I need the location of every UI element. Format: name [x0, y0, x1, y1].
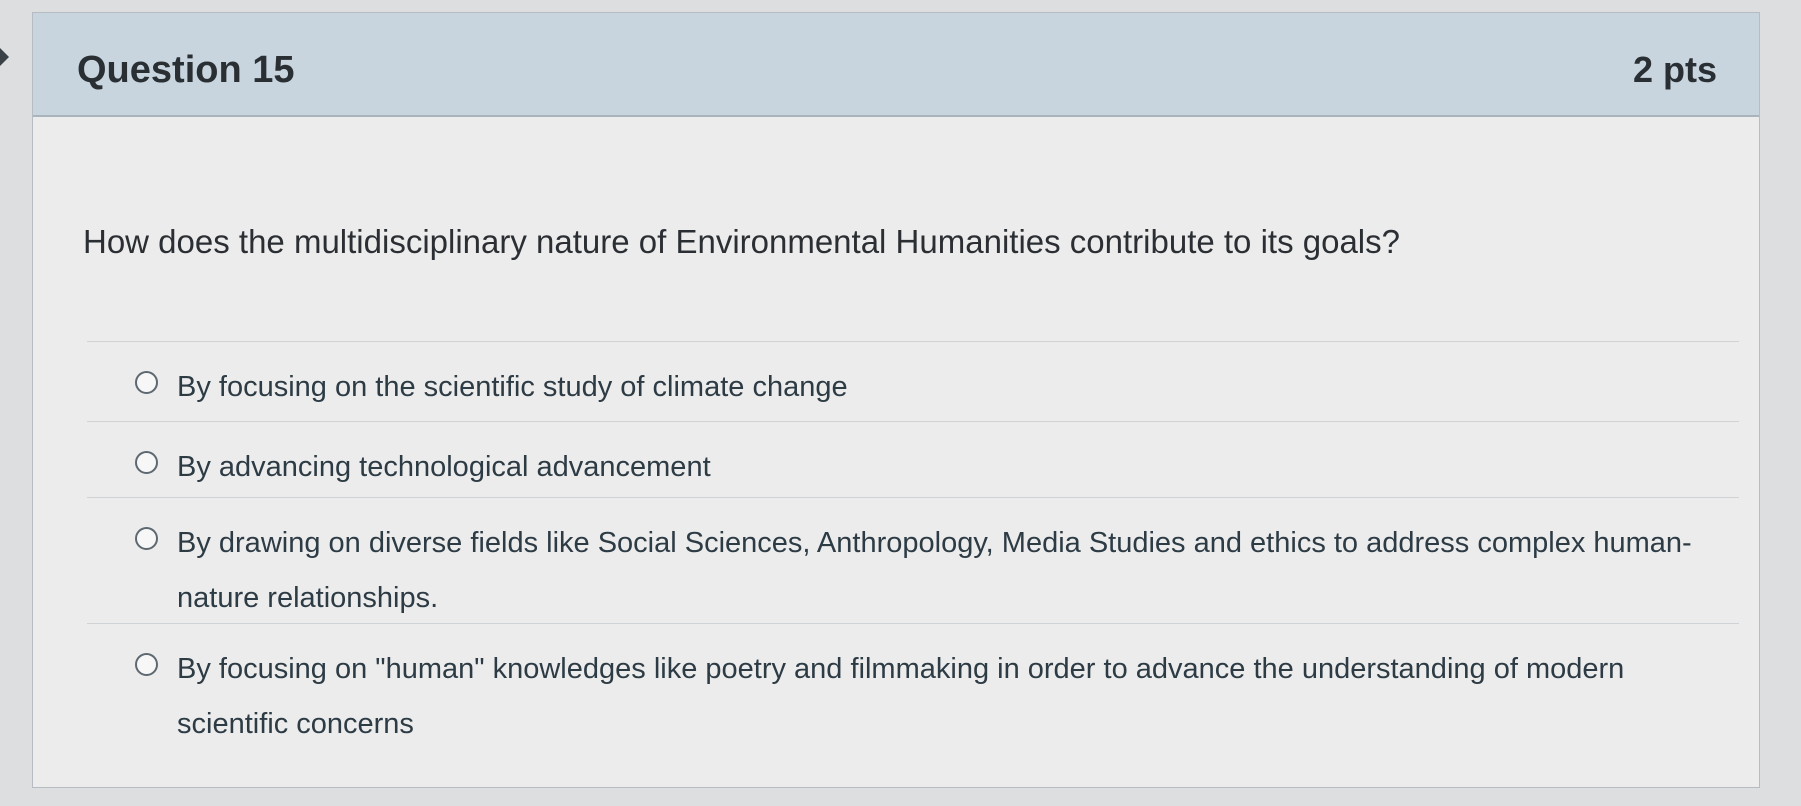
- question-text: How does the multidisciplinary nature of…: [83, 223, 1400, 260]
- question-card: Question 15 2 pts How does the multidisc…: [32, 12, 1760, 788]
- answer-label[interactable]: By advancing technological advancement: [177, 440, 1697, 495]
- answer-option-2[interactable]: By advancing technological advancement: [87, 421, 1739, 497]
- answer-option-4[interactable]: By focusing on "human" knowledges like p…: [87, 623, 1739, 749]
- answer-option-1[interactable]: By focusing on the scientiﬁc study of cl…: [87, 341, 1739, 421]
- radio-button[interactable]: [135, 451, 158, 474]
- question-title: Question 15: [77, 49, 295, 91]
- answer-option-3[interactable]: By drawing on diverse ﬁelds like Social …: [87, 497, 1739, 623]
- radio-button[interactable]: [135, 527, 158, 550]
- answer-label[interactable]: By focusing on "human" knowledges like p…: [177, 642, 1697, 752]
- answer-label[interactable]: By drawing on diverse ﬁelds like Social …: [177, 516, 1697, 626]
- radio-button[interactable]: [135, 371, 158, 394]
- answer-list: By focusing on the scientiﬁc study of cl…: [87, 341, 1739, 749]
- caret-right-icon[interactable]: [0, 48, 9, 66]
- radio-button[interactable]: [135, 653, 158, 676]
- answer-label[interactable]: By focusing on the scientiﬁc study of cl…: [177, 360, 1697, 415]
- question-header: Question 15 2 pts: [33, 13, 1759, 117]
- question-points: 2 pts: [1632, 49, 1717, 90]
